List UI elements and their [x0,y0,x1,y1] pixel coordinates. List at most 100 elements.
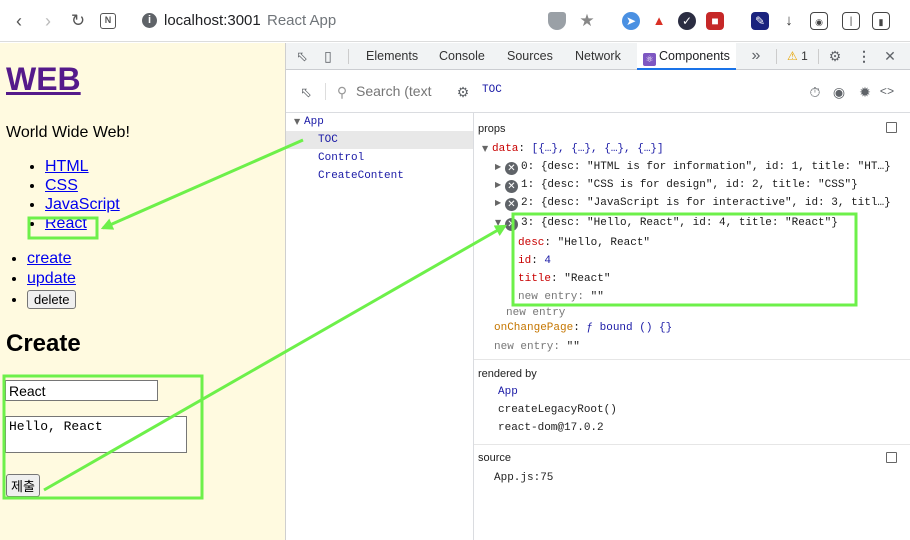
data-item-row[interactable]: ▶ ✕ 0: {desc: "HTML is for information", i… [495,159,891,175]
extension-game-icon[interactable]: ■ [706,12,724,30]
expanded-title-row[interactable]: title: "React" [518,271,610,287]
bookmark-star-icon[interactable]: ★ [578,12,596,30]
expanded-new-entry-row[interactable]: new entry: "" [518,289,604,305]
copy-icon[interactable] [886,122,897,133]
toc-link-css[interactable]: CSS [45,177,78,194]
close-circle-icon[interactable]: ✕ [505,198,518,211]
extension-tree-icon[interactable]: ▲ [650,12,668,30]
toc-link-react[interactable]: React [45,215,87,232]
create-link[interactable]: create [27,250,71,267]
expand-triangle-icon[interactable]: ▶ [495,159,505,175]
data-item-row[interactable]: ▶ ✕ 1: {desc: "CSS is for design", id: 2, … [495,177,858,193]
tree-item-label: CreateContent [318,170,404,182]
data-item-row[interactable]: ▶ ✕ 2: {desc: "JavaScript is for interacti… [495,195,891,211]
home-icon[interactable]: N [100,13,116,29]
tab-network[interactable]: Network [575,43,621,70]
view-source-icon[interactable]: <> [879,84,895,100]
inspect-element-icon[interactable]: ⬁ [294,48,310,64]
close-circle-icon[interactable]: ✕ [505,218,518,231]
new-entry-key: new entry [494,341,554,353]
filter-settings-gear-icon[interactable]: ⚙ [455,84,471,100]
update-link[interactable]: update [27,270,76,287]
settings-gear-icon[interactable]: ⚙ [827,48,843,64]
site-info-icon[interactable]: i [142,13,157,28]
devtools-tabbar: ⬁ ▯ Elements Console Sources Network ⚛ Co… [286,43,910,70]
search-input[interactable] [356,83,440,99]
url-host: localhost:3001 [164,12,261,29]
item-index: 3 [521,217,528,229]
tree-item-label: TOC [318,134,338,146]
more-tabs-icon[interactable]: » [748,48,764,64]
stopwatch-icon[interactable]: ⏱ [807,84,823,100]
toc-link-html[interactable]: HTML [45,158,89,175]
section-divider [474,359,910,360]
browser-toolbar: ‹ › ↻ N i localhost:3001 React App ★ ➤ ▲… [0,0,910,42]
close-circle-icon[interactable]: ✕ [505,180,518,193]
expanded-id-row[interactable]: id: 4 [518,253,551,269]
reload-icon[interactable]: ↻ [68,11,88,31]
sidebar-icon[interactable]: ▮ [872,12,890,30]
new-entry-label[interactable]: new entry [506,305,565,321]
search-icon: ⚲ [336,84,348,100]
collapse-triangle-icon[interactable]: ▼ [294,113,304,131]
pane-divider[interactable] [473,113,474,540]
expand-triangle-icon[interactable]: ▶ [495,177,505,193]
submit-button[interactable]: 제출 [6,474,40,497]
item-index: 1 [521,179,528,191]
desc-textarea[interactable]: Hello, React [5,416,187,453]
tree-item-toc[interactable]: TOC [286,131,473,149]
close-devtools-icon[interactable]: ✕ [882,48,898,64]
tree-item-control[interactable]: Control [286,149,473,167]
list-item: HTML [45,158,120,177]
tab-console[interactable]: Console [439,43,485,70]
tree-item-app[interactable]: ▼ App [286,113,473,131]
prop-data-row[interactable]: ▼ data: [{…}, {…}, {…}, {…}] [482,141,664,157]
tab-elements[interactable]: Elements [366,43,418,70]
prop-onchangepage-row[interactable]: onChangePage: ƒ bound () {} [494,320,672,336]
eye-icon[interactable]: ◉ [831,84,847,100]
back-icon[interactable]: ‹ [9,11,29,31]
item-summary: {desc: "HTML is for information", id: 1,… [540,161,891,173]
list-item: JavaScript [45,196,120,215]
control-list: create update delete [8,250,77,314]
tab-components[interactable]: ⚛ Components [637,43,736,70]
select-component-icon[interactable]: ⬁ [298,84,314,100]
reader-icon[interactable]: | [842,12,860,30]
close-circle-icon[interactable]: ✕ [505,162,518,175]
bug-icon[interactable]: ✹ [857,84,873,100]
forward-icon[interactable]: › [38,11,58,31]
tab-components-label: Components [659,49,730,63]
title-input[interactable] [5,380,158,401]
prop-value: [{…}, {…}, {…}, {…}] [531,143,664,155]
tree-item-createcontent[interactable]: CreateContent [286,167,473,185]
item-index: 2 [521,197,528,209]
site-title-link[interactable]: WEB [6,61,81,98]
delete-button[interactable]: delete [27,290,77,309]
toolbar-divider [325,83,326,100]
more-options-icon[interactable]: ⋮ [856,48,872,64]
extension-compass-icon[interactable]: ➤ [622,12,640,30]
data-item-row[interactable]: ▼ ✕ 3: {desc: "Hello, React", id: 4, title… [495,215,838,231]
expanded-desc-row[interactable]: desc: "Hello, React" [518,235,650,251]
tabbar-divider [818,49,819,64]
expand-triangle-icon[interactable]: ▼ [482,141,492,157]
extension-flag-icon[interactable]: ✎ [751,12,769,30]
collapse-triangle-icon[interactable]: ▼ [495,215,505,231]
create-heading: Create [6,330,81,357]
extension-check-icon[interactable]: ✓ [678,12,696,30]
prop-key: title [518,273,552,285]
rendered-by-version: react-dom@17.0.2 [498,422,604,434]
copy-icon[interactable] [886,452,897,463]
tab-sources[interactable]: Sources [507,43,553,70]
toc-list: HTML CSS JavaScript React [26,158,120,234]
shield-icon[interactable] [548,12,566,30]
expand-triangle-icon[interactable]: ▶ [495,195,505,211]
rendered-by-app[interactable]: App [498,384,518,400]
toc-link-javascript[interactable]: JavaScript [45,196,120,213]
warnings-badge[interactable]: ⚠ 1 [787,49,808,63]
source-file[interactable]: App.js:75 [494,470,553,486]
download-icon[interactable]: ↓ [780,12,798,30]
camera-icon[interactable]: ◉ [810,12,828,30]
new-prop-entry-row[interactable]: new entry: "" [494,339,580,355]
device-toolbar-icon[interactable]: ▯ [320,48,336,64]
